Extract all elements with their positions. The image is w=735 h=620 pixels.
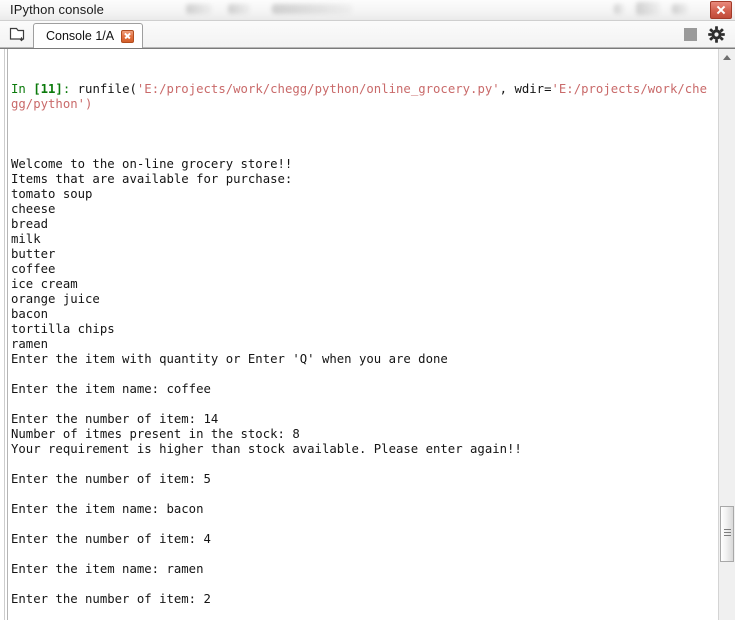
tab-close-icon[interactable] (121, 29, 135, 43)
console-output-line: Enter the item with quantity or Enter 'Q… (11, 352, 448, 366)
ipython-console-window: IPython console Console 1/A In [11]: run… (0, 0, 735, 620)
titlebar-blurred-artifact (672, 4, 688, 14)
console-output-line: Enter the number of item: 5 (11, 472, 211, 486)
console-output-line: tortilla chips (11, 322, 115, 336)
wdir-keyword: wdir= (514, 82, 552, 96)
console-output-line: Enter the number of item: 14 (11, 412, 219, 426)
runfile-script-path: 'E:/projects/work/chegg/python/online_gr… (136, 82, 500, 96)
stop-kernel-button[interactable] (684, 28, 697, 41)
console-output-line: bacon (11, 307, 49, 321)
console-output-line: Enter the number of item: 2 (11, 592, 211, 606)
console-output-line: ramen (11, 337, 49, 351)
titlebar-blurred-artifact (272, 4, 352, 14)
window-title: IPython console (10, 2, 105, 17)
console-tabbar: Console 1/A (0, 21, 735, 48)
console-line-runfile: In [11]: runfile('E:/projects/work/chegg… (11, 82, 711, 112)
prompt-number: [11] (33, 82, 63, 96)
console-output-line: bread (11, 217, 49, 231)
titlebar-blurred-artifact (636, 2, 660, 15)
scrollbar-grip-icon (724, 529, 731, 539)
tab-console-1a[interactable]: Console 1/A (33, 23, 144, 48)
runfile-call: runfile( (77, 82, 137, 96)
console-output-line: Number of itmes present in the stock: 8 (11, 427, 300, 441)
console-scrollbar[interactable] (718, 49, 735, 620)
titlebar-blurred-artifact (228, 4, 250, 14)
console-output-line: ice cream (11, 277, 78, 291)
titlebar-blurred-artifact (186, 4, 212, 14)
window-close-button[interactable] (710, 1, 732, 19)
tab-label: Console 1/A (46, 29, 115, 43)
console-output-area[interactable]: In [11]: runfile('E:/projects/work/chegg… (0, 48, 735, 620)
console-output-line: Welcome to the on-line grocery store!! (11, 157, 293, 171)
gear-icon[interactable] (707, 25, 726, 44)
runfile-arg-separator: , (499, 82, 515, 96)
wdir-value-line2: python') (33, 97, 93, 111)
console-output-line: cheese (11, 202, 56, 216)
scrollbar-track-bottom[interactable] (719, 604, 735, 620)
console-output-line: Enter the number of item: 4 (11, 532, 211, 546)
console-output-line: butter (11, 247, 56, 261)
console-output-line: milk (11, 232, 41, 246)
console-left-margin (0, 49, 5, 620)
console-output-line: Enter the item name: bacon (11, 502, 204, 516)
window-titlebar: IPython console (0, 0, 735, 21)
scroll-up-arrow-icon[interactable] (719, 49, 735, 65)
console-output-line: coffee (11, 262, 56, 276)
prompt-in-label: In (11, 82, 34, 96)
console-output-line: Enter the item name: ramen (11, 562, 204, 576)
console-left-rule (7, 49, 8, 620)
prompt-colon: : (62, 82, 78, 96)
titlebar-blurred-artifact (614, 4, 624, 14)
console-transcript: In [11]: runfile('E:/projects/work/chegg… (11, 52, 711, 620)
new-console-folder-icon[interactable] (8, 25, 27, 43)
console-output-line: tomato soup (11, 187, 93, 201)
console-output-lines: Welcome to the on-line grocery store!! It… (11, 157, 711, 620)
console-output-line: Enter the item name: coffee (11, 382, 211, 396)
console-output-line: orange juice (11, 292, 100, 306)
console-output-line: Your requirement is higher than stock av… (11, 442, 522, 456)
scrollbar-thumb[interactable] (720, 506, 734, 562)
console-output-line: Items that are available for purchase: (11, 172, 293, 186)
